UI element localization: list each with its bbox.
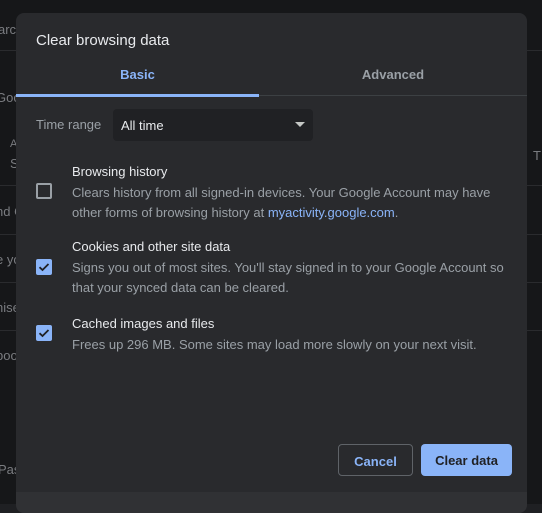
- option-title: Browsing history: [72, 164, 168, 179]
- time-range-label: Time range: [36, 117, 102, 132]
- option-description: Signs you out of most sites. You'll stay…: [72, 260, 504, 295]
- cached-images-checkbox[interactable]: [36, 325, 52, 341]
- dialog-title: Clear browsing data: [36, 32, 170, 49]
- bg-text: arc: [0, 22, 17, 37]
- description-text: .: [394, 205, 399, 220]
- browsing-history-checkbox[interactable]: [36, 183, 52, 199]
- option-title: Cookies and other site data: [72, 239, 231, 254]
- time-range-select[interactable]: All time: [113, 109, 313, 141]
- dropdown-arrow-icon: [295, 122, 305, 127]
- time-range-value: All time: [121, 118, 164, 133]
- myactivity-link[interactable]: myactivity.google.com: [268, 205, 395, 220]
- clear-browsing-data-dialog: Clear browsing data Basic Advanced Time …: [16, 13, 527, 513]
- cookies-checkbox[interactable]: [36, 259, 52, 275]
- active-tab-indicator: [16, 94, 259, 97]
- clear-data-button[interactable]: Clear data: [421, 444, 512, 476]
- dialog-footer: [16, 492, 527, 513]
- checkmark-icon: [38, 329, 50, 338]
- cancel-button[interactable]: Cancel: [338, 444, 413, 476]
- option-description: Clears history from all signed-in device…: [72, 183, 512, 223]
- bg-text: T: [533, 148, 541, 163]
- tab-basic[interactable]: Basic: [16, 67, 259, 82]
- option-title: Cached images and files: [72, 316, 215, 331]
- option-description: Frees up 296 MB. Some sites may load mor…: [72, 337, 477, 352]
- tab-advanced[interactable]: Advanced: [259, 67, 527, 82]
- checkmark-icon: [38, 263, 50, 272]
